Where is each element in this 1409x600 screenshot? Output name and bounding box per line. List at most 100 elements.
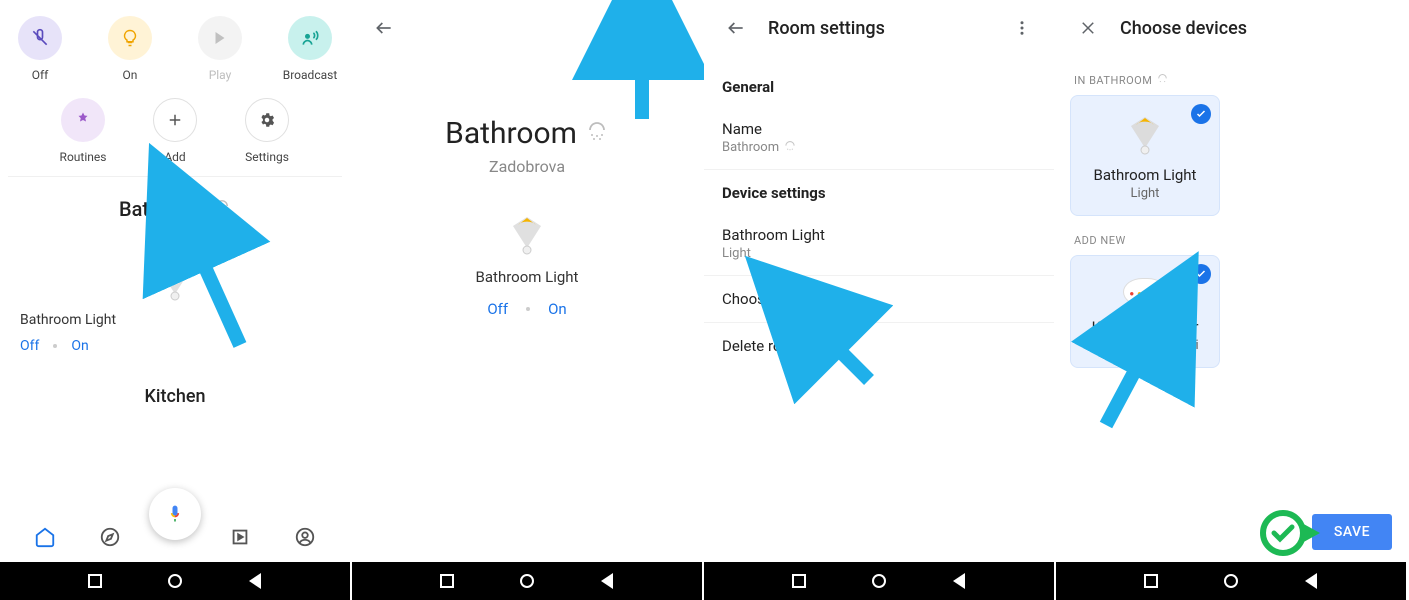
gear-icon[interactable] xyxy=(598,8,638,48)
home-button[interactable] xyxy=(871,573,887,589)
home-name: Zadobrova xyxy=(352,157,702,176)
recent-apps-button[interactable] xyxy=(791,573,807,589)
card-sub: Google Home Mini xyxy=(1081,338,1209,353)
light-icon xyxy=(1124,114,1166,156)
close-icon[interactable] xyxy=(1068,8,1108,48)
device-off-button[interactable]: Off xyxy=(487,300,508,318)
dot-separator xyxy=(526,307,530,311)
home-button[interactable] xyxy=(519,573,535,589)
add-button[interactable]: Add xyxy=(145,98,205,164)
settings-label: Settings xyxy=(245,150,289,164)
topbar: Choose devices xyxy=(1056,0,1406,56)
room-device-count: 1 device xyxy=(0,223,350,238)
device-card-bathroom-light[interactable]: Bathroom Light Light xyxy=(1070,95,1220,216)
quick-off[interactable]: Off xyxy=(10,16,70,82)
annotation-ok-badge xyxy=(1260,510,1306,556)
nav-discover-icon[interactable] xyxy=(99,526,121,548)
quick-off-label: Off xyxy=(32,68,49,82)
page-title: Room settings xyxy=(768,18,885,39)
quick-on[interactable]: On xyxy=(100,16,160,82)
room-settings-pane: Room settings General Name Bathroom Devi… xyxy=(704,0,1056,600)
light-icon xyxy=(506,214,548,256)
room-title: Bathroom xyxy=(445,116,577,151)
settings-button[interactable]: Settings xyxy=(237,98,297,164)
back-button[interactable] xyxy=(1303,573,1319,589)
device-on-button[interactable]: On xyxy=(71,338,88,354)
topbar: Room settings xyxy=(704,0,1054,56)
item-label: Delete room xyxy=(722,337,1036,355)
item-name[interactable]: Name Bathroom xyxy=(704,106,1054,170)
item-value: Bathroom xyxy=(722,140,1036,155)
android-navbar xyxy=(1056,562,1406,600)
save-button[interactable]: SAVE xyxy=(1312,514,1392,550)
bulb-icon xyxy=(108,16,152,60)
device-bathroom-light[interactable]: Bathroom Light Off On xyxy=(0,244,350,362)
recent-apps-button[interactable] xyxy=(439,573,455,589)
device-on-button[interactable]: On xyxy=(548,300,567,318)
shower-icon xyxy=(1156,74,1169,87)
topbar xyxy=(352,0,702,56)
item-choose-devices[interactable]: Choose devices xyxy=(704,276,1054,323)
category-in-bathroom: IN BATHROOM xyxy=(1056,56,1406,95)
settings-list: General Name Bathroom Device settings Ba… xyxy=(704,56,1054,369)
bottom-nav xyxy=(0,512,350,562)
room-header: Bathroom Zadobrova xyxy=(352,56,702,184)
section-general: General xyxy=(704,64,1054,106)
shower-icon xyxy=(585,122,609,146)
item-label: Bathroom Light xyxy=(722,226,1036,244)
overflow-icon[interactable] xyxy=(650,8,690,48)
back-button[interactable] xyxy=(951,573,967,589)
nav-home-icon[interactable] xyxy=(34,526,56,548)
device-off-button[interactable]: Off xyxy=(20,338,39,354)
card-title: Bathroom Light xyxy=(1081,166,1209,184)
device-card-kitchen-speaker[interactable]: ●●●● Kitchen speaker Google Home Mini xyxy=(1070,255,1220,368)
back-icon[interactable] xyxy=(364,8,404,48)
quick-play[interactable]: Play xyxy=(190,16,250,82)
android-navbar xyxy=(0,562,350,600)
room-detail-pane: Bathroom Zadobrova Bathroom Light Off On xyxy=(352,0,704,600)
routines-button[interactable]: Routines xyxy=(53,98,113,164)
item-bathroom-light[interactable]: Bathroom Light Light xyxy=(704,212,1054,276)
recent-apps-button[interactable] xyxy=(1143,573,1159,589)
add-label: Add xyxy=(164,150,185,164)
android-navbar xyxy=(352,562,702,600)
item-label: Choose devices xyxy=(722,290,1036,308)
card-title: Kitchen speaker xyxy=(1081,318,1209,336)
routines-label: Routines xyxy=(60,150,107,164)
device-name: Bathroom Light xyxy=(20,312,330,328)
gear-icon xyxy=(245,98,289,142)
quick-on-label: On xyxy=(123,68,138,82)
back-icon[interactable] xyxy=(716,8,756,48)
category-add-new: ADD NEW xyxy=(1056,216,1406,255)
item-label: Name xyxy=(722,120,1036,138)
quick-play-label: Play xyxy=(209,68,232,82)
android-navbar xyxy=(704,562,1054,600)
back-button[interactable] xyxy=(247,573,263,589)
page-title: Choose devices xyxy=(1120,18,1247,39)
item-value: Light xyxy=(722,246,1036,261)
quick-actions-row: Off On Play Broadcast xyxy=(0,0,350,90)
room-bathroom[interactable]: Bathroom 1 device xyxy=(0,177,350,244)
device-bathroom-light[interactable]: Bathroom Light Off On xyxy=(352,184,702,348)
room-title: Bathroom xyxy=(119,197,207,221)
home-button[interactable] xyxy=(1223,573,1239,589)
choose-devices-pane: Choose devices IN BATHROOM Bathroom Ligh… xyxy=(1056,0,1408,600)
shower-icon xyxy=(213,200,231,218)
section-device-settings: Device settings xyxy=(704,170,1054,212)
mic-off-icon xyxy=(18,16,62,60)
home-button[interactable] xyxy=(167,573,183,589)
back-button[interactable] xyxy=(599,573,615,589)
item-delete-room[interactable]: Delete room xyxy=(704,323,1054,369)
overflow-icon[interactable] xyxy=(1002,8,1042,48)
nav-account-icon[interactable] xyxy=(294,526,316,548)
checkmark-icon xyxy=(1191,264,1211,284)
dot-separator xyxy=(53,344,57,348)
checkmark-icon xyxy=(1191,104,1211,124)
routine-icon xyxy=(61,98,105,142)
plus-icon xyxy=(153,98,197,142)
quick-broadcast[interactable]: Broadcast xyxy=(280,16,340,82)
quick-broadcast-label: Broadcast xyxy=(283,68,338,82)
room-kitchen[interactable]: Kitchen xyxy=(0,362,350,407)
nav-media-icon[interactable] xyxy=(229,526,251,548)
recent-apps-button[interactable] xyxy=(87,573,103,589)
